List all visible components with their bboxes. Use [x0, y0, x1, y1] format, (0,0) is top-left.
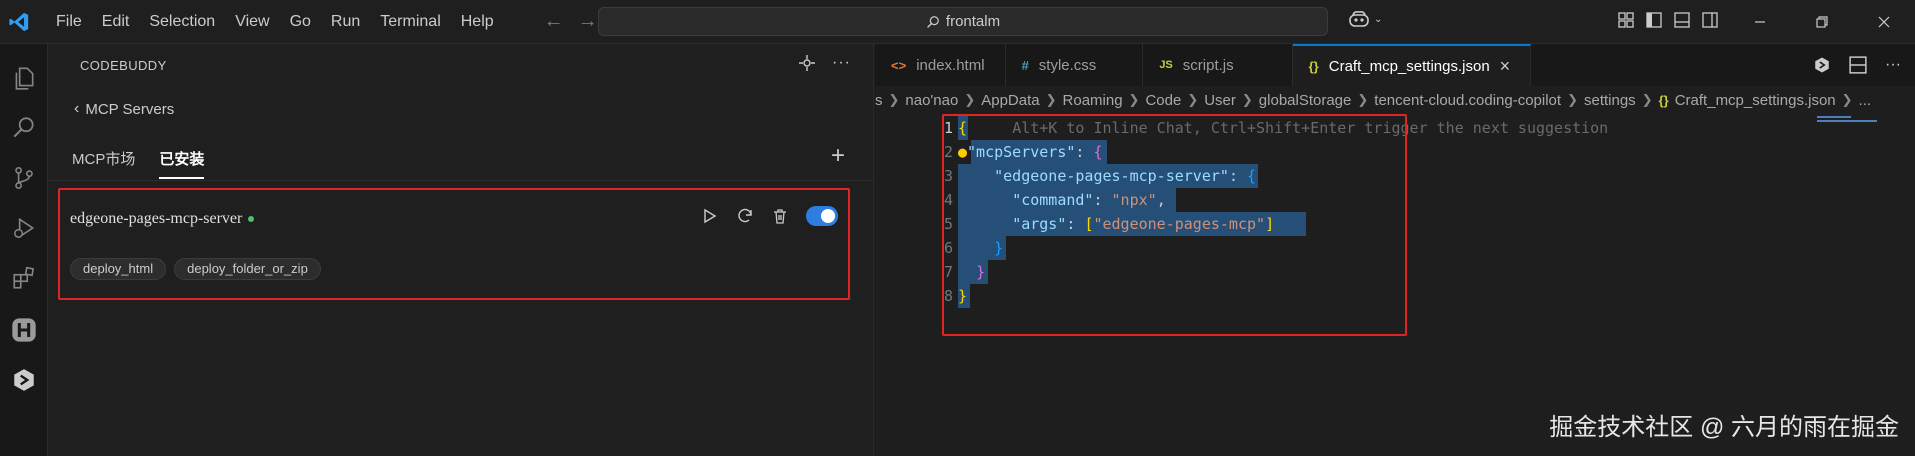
menu-bar: File Edit Selection View Go Run Terminal…	[46, 0, 504, 44]
back-link-label: MCP Servers	[85, 100, 175, 118]
navigation-arrows: ← →	[544, 10, 598, 33]
chevron-right-icon: ❯	[1567, 92, 1578, 107]
menu-run[interactable]: Run	[321, 0, 370, 44]
copilot-menu[interactable]: ⌄	[1348, 10, 1382, 28]
explorer-icon[interactable]	[0, 54, 48, 102]
forward-arrow-icon[interactable]: →	[578, 10, 598, 33]
mcp-tabs: MCP市场 已安装	[72, 148, 205, 179]
css-file-icon: #	[1021, 57, 1029, 73]
toggle-panel-icon[interactable]	[1674, 12, 1690, 28]
tabs-divider	[48, 180, 873, 181]
minimap-line	[1817, 116, 1851, 118]
menu-selection[interactable]: Selection	[139, 0, 225, 44]
tab-installed[interactable]: 已安装	[159, 148, 205, 179]
more-editor-actions-icon[interactable]: ···	[1885, 56, 1901, 74]
tab-label: Craft_mcp_settings.json	[1328, 57, 1490, 75]
more-actions-icon[interactable]: ···	[832, 54, 851, 72]
highlight-box-server	[58, 188, 850, 300]
menu-view[interactable]: View	[225, 0, 279, 44]
chevron-left-icon: ‹	[74, 100, 80, 117]
tab-label: script.js	[1182, 56, 1234, 74]
breadcrumb-item[interactable]: Roaming	[1063, 92, 1123, 109]
panel-title: CODEBUDDY	[80, 58, 167, 73]
toggle-primary-sidebar-icon[interactable]	[1646, 12, 1662, 28]
split-editor-icon[interactable]	[1849, 56, 1867, 74]
html-file-icon: <>	[891, 57, 907, 73]
command-center-search[interactable]: frontalm	[598, 7, 1328, 36]
activity-bar	[0, 44, 48, 456]
chevron-right-icon: ❯	[1841, 92, 1853, 107]
chevron-right-icon: ❯	[1187, 92, 1199, 107]
chevron-right-icon: ❯	[1241, 92, 1253, 107]
run-debug-icon[interactable]	[0, 204, 48, 252]
breadcrumb-item[interactable]: s	[875, 92, 883, 109]
hbuilder-icon[interactable]	[0, 306, 48, 354]
breadcrumb-item[interactable]: globalStorage	[1259, 92, 1352, 109]
breadcrumb-item[interactable]: ...	[1859, 92, 1872, 109]
chevron-down-icon: ⌄	[1374, 13, 1383, 25]
tab-craft-mcp-settings[interactable]: {} Craft_mcp_settings.json ×	[1292, 44, 1532, 86]
chevron-right-icon: ❯	[1641, 92, 1653, 107]
close-tab-icon[interactable]: ×	[1500, 56, 1511, 77]
js-file-icon: JS	[1159, 59, 1173, 71]
tab-script-js[interactable]: JS script.js	[1143, 44, 1293, 86]
menu-help[interactable]: Help	[451, 0, 504, 44]
watermark: 掘金技术社区 @ 六月的雨在掘金	[1549, 414, 1899, 441]
minimap[interactable]	[1817, 116, 1897, 128]
source-control-icon[interactable]	[0, 154, 48, 202]
json-file-icon: {}	[1658, 92, 1669, 108]
chevron-right-icon: ❯	[888, 92, 900, 107]
extensions-icon[interactable]	[0, 254, 48, 302]
window-controls	[1729, 0, 1915, 44]
breadcrumb-item[interactable]: nao'nao	[905, 92, 958, 109]
panel-actions: ···	[798, 54, 851, 72]
highlight-box-code	[942, 114, 1407, 336]
chevron-right-icon: ❯	[1357, 92, 1369, 107]
chevron-right-icon: ❯	[964, 92, 976, 107]
tab-label: style.css	[1038, 56, 1097, 74]
breadcrumb-item[interactable]: tencent-cloud.coding-copilot	[1374, 92, 1561, 109]
editor-tab-bar: <> index.html # style.css JS script.js {…	[875, 44, 1915, 86]
editor-actions: ···	[1813, 56, 1901, 74]
json-file-icon: {}	[1308, 58, 1319, 74]
menu-edit[interactable]: Edit	[92, 0, 140, 44]
menu-file[interactable]: File	[46, 0, 92, 44]
customize-layout-icon[interactable]	[1618, 12, 1634, 28]
tab-index-html[interactable]: <> index.html	[875, 44, 1006, 86]
minimize-icon[interactable]	[1729, 0, 1791, 44]
chevron-right-icon: ❯	[1128, 92, 1140, 107]
restore-icon[interactable]	[1791, 0, 1853, 44]
tab-mcp-market[interactable]: MCP市场	[72, 148, 135, 179]
add-server-button[interactable]: +	[831, 142, 845, 170]
copilot-icon	[1349, 11, 1369, 27]
tab-label: index.html	[916, 56, 985, 74]
breadcrumb-item[interactable]: Craft_mcp_settings.json	[1675, 92, 1836, 109]
codebuddy-action-icon[interactable]	[1813, 56, 1831, 74]
mcp-tools-icon[interactable]	[798, 54, 816, 72]
title-bar: File Edit Selection View Go Run Terminal…	[0, 0, 1915, 44]
back-to-mcp-servers[interactable]: ‹ MCP Servers	[74, 100, 174, 118]
layout-controls	[1618, 12, 1718, 28]
menu-go[interactable]: Go	[280, 0, 321, 44]
breadcrumb-item[interactable]: User	[1204, 92, 1236, 109]
breadcrumb: s ❯ nao'nao ❯ AppData ❯ Roaming ❯ Code ❯ User…	[875, 88, 1871, 112]
minimap-line	[1817, 120, 1877, 122]
search-text: frontalm	[945, 13, 1001, 30]
search-view-icon[interactable]	[0, 104, 48, 152]
vscode-logo-icon	[2, 0, 36, 44]
breadcrumb-item[interactable]: Code	[1145, 92, 1181, 109]
tab-style-css[interactable]: # style.css	[1006, 44, 1144, 86]
search-icon	[926, 15, 939, 28]
breadcrumb-item[interactable]: AppData	[981, 92, 1039, 109]
close-window-icon[interactable]	[1853, 0, 1915, 44]
back-arrow-icon[interactable]: ←	[544, 10, 564, 33]
codebuddy-icon[interactable]	[0, 356, 48, 404]
breadcrumb-item[interactable]: settings	[1584, 92, 1636, 109]
toggle-secondary-sidebar-icon[interactable]	[1702, 12, 1718, 28]
menu-terminal[interactable]: Terminal	[370, 0, 450, 44]
chevron-right-icon: ❯	[1045, 92, 1057, 107]
